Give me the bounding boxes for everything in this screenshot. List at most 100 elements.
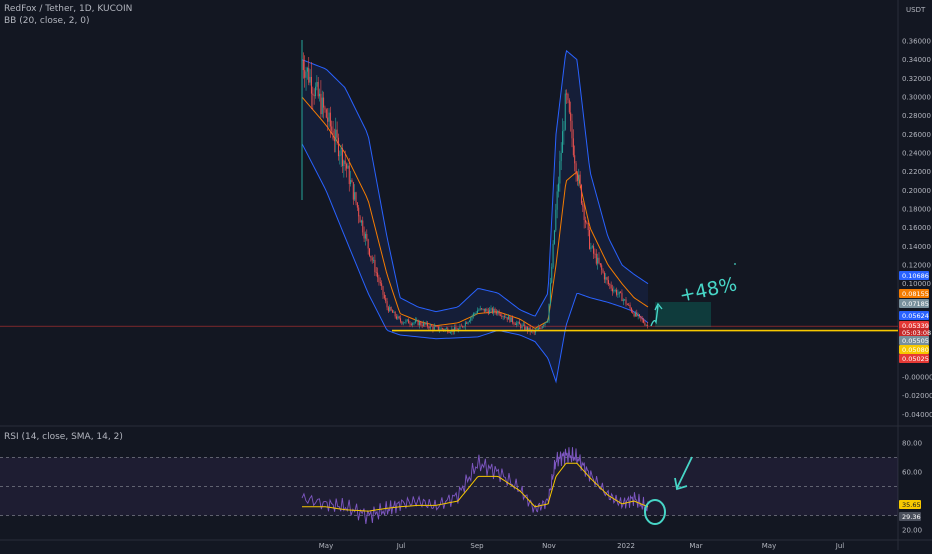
candle-body [599,263,601,266]
chart-svg[interactable]: +48%0.360000.340000.320000.300000.280000… [0,0,932,550]
candle-body [347,165,349,169]
candle-body [343,160,345,166]
candle-body [310,76,312,94]
rsi-axis-label: 20.00 [902,527,922,535]
candle-body [607,280,609,285]
candle-body [337,137,339,157]
candle-body [404,322,406,324]
candle-body [425,322,427,325]
candle-body [432,326,434,330]
candle-body [348,165,350,185]
currency-label: USDT [906,6,926,14]
candle-body [630,308,632,312]
candle-body [568,100,570,113]
candle-body [633,313,635,317]
candle-body [304,70,306,78]
time-axis-label: 2022 [617,542,635,550]
candle-body [636,312,638,317]
candle-body [471,316,473,318]
candle-body [585,220,586,223]
candle-body [521,325,523,329]
candle-body [559,161,561,184]
candle-body [370,255,372,258]
candle-body [632,311,634,314]
candle-body [486,309,488,311]
candle-body [363,232,365,239]
candle-body [624,299,626,301]
candle-body [355,192,357,203]
candle-body [606,277,608,281]
candle-body [626,304,628,306]
candle-body [512,317,514,323]
candle-body [598,257,600,264]
candle-body [485,309,487,312]
candle-body [346,163,348,169]
candle-body [410,324,412,325]
candle-body [566,93,568,95]
candle-body [387,307,389,312]
candle-body [412,323,414,325]
candle-body [562,131,564,153]
time-axis-label: Sep [470,542,484,550]
candle-body [367,239,369,249]
price-axis-label: 0.26000 [902,131,931,139]
price-axis-label: 0.30000 [902,94,931,102]
rsi-axis-label: 80.00 [902,440,922,448]
candle-body [445,328,447,330]
candle-body [540,328,542,329]
candle-body [498,311,500,315]
candle-body [400,318,402,322]
candle-body [463,326,465,328]
candle-body [477,310,478,314]
candle-body [586,222,588,224]
candle-body [396,316,397,319]
candle-body [413,322,415,324]
candle-body [483,308,485,312]
candle-body [394,311,396,317]
candle-body [362,220,364,233]
candle-body [572,138,574,156]
candle-body [489,309,491,314]
candle-body [418,322,420,326]
candle-body [331,126,333,131]
rsi-indicator-label[interactable]: RSI (14, close, SMA, 14, 2) [4,432,123,442]
candle-body [487,310,489,314]
candle-body [437,326,439,331]
candle-body [350,179,352,185]
candle-body [621,292,623,302]
candle-body [433,326,435,330]
candle-body [499,314,501,316]
candle-body [517,321,519,324]
candle-body [510,317,512,322]
candle-body [605,277,607,280]
candle-body [602,269,604,273]
candle-body [428,326,430,329]
price-axis-label: 0.34000 [902,56,931,64]
price-tag-text: 0.05624 [902,312,929,320]
candle-body [359,216,361,223]
candle-body [613,290,615,292]
bb-indicator-label[interactable]: BB (20, close, 2, 0) [4,16,89,26]
candle-body [590,247,592,249]
candle-body [479,308,481,310]
candle-body [366,234,368,240]
candle-body [560,152,562,162]
candle-body [373,259,375,261]
candle-body [309,76,311,83]
candle-body [504,316,505,318]
price-axis-label: -0.04000 [902,411,932,419]
candle-body [591,246,593,248]
candle-body [305,71,307,78]
candle-body [408,319,410,324]
candle-body [474,313,476,315]
chart-area[interactable]: +48% 0.36000 0.34000 0.32000 0.30000 0.28000 0… [0,0,932,550]
candle-body [440,328,442,330]
price-tag-text: 0.08155 [902,290,929,298]
candle-body [339,155,341,157]
price-axis-label: 0.10000 [902,280,931,288]
candle-body [302,59,304,71]
price-axis-label: 0.18000 [902,206,931,214]
candle-body [315,86,316,97]
price-tag-text: 0.07185 [902,300,929,308]
candle-body [377,272,379,278]
